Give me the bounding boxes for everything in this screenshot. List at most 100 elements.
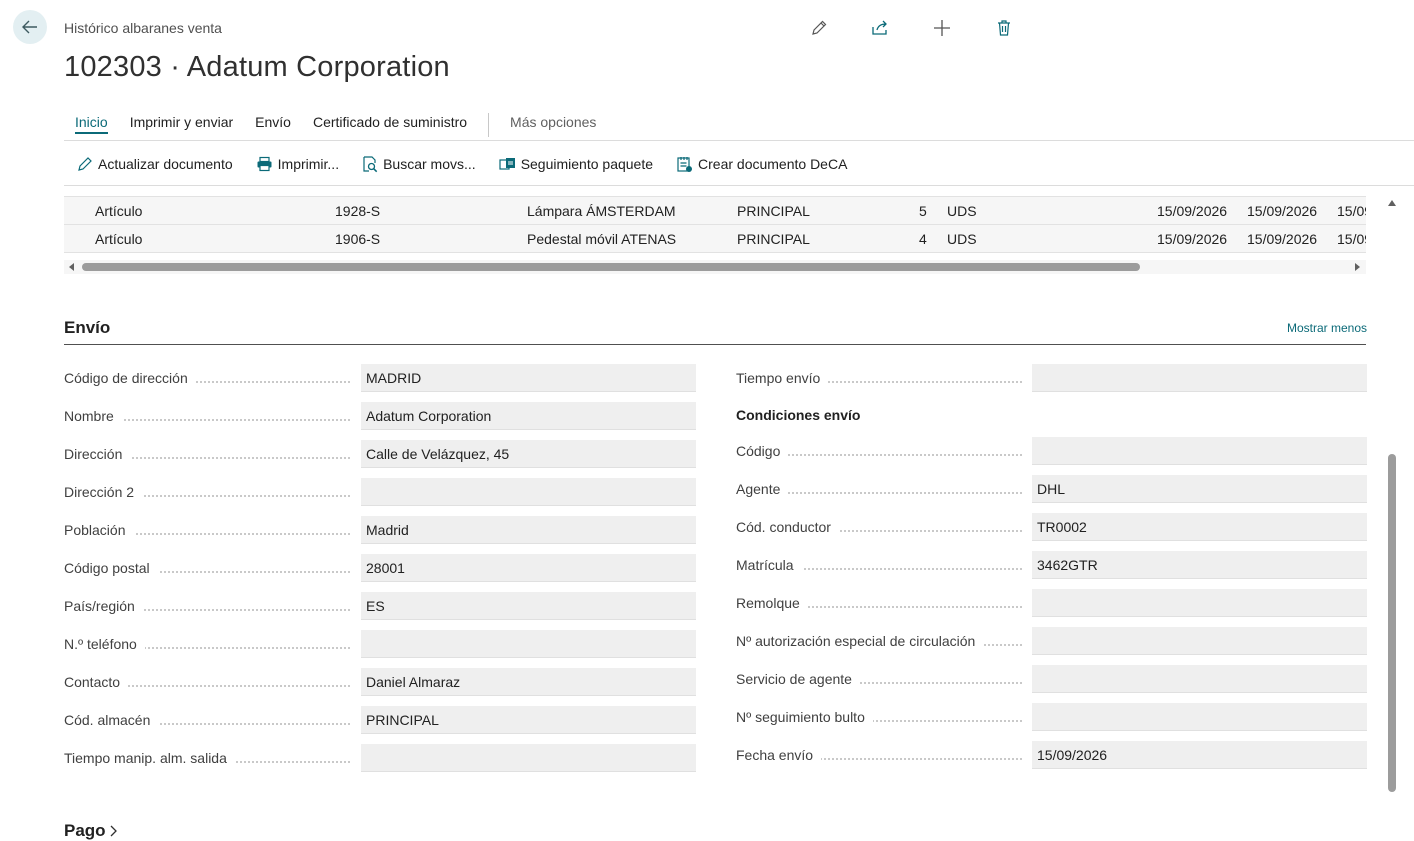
field-servicio-de-agente[interactable] (1032, 665, 1367, 693)
field-codigo[interactable] (1032, 437, 1367, 465)
field-tiempo-envio[interactable] (1032, 364, 1367, 392)
tab-envio[interactable]: Envío (244, 112, 302, 138)
field-label-codigo: Código (736, 441, 1028, 461)
scroll-up-icon[interactable] (1388, 200, 1396, 206)
edit-icon (812, 20, 827, 35)
line-date-3: 15/09/2026 (1337, 203, 1366, 219)
field-label-cod-conductor: Cód. conductor (736, 517, 1028, 537)
line-date-2: 15/09/2026 (1247, 231, 1318, 247)
buscar-movs-label: Buscar movs... (383, 156, 476, 172)
line-no[interactable]: 1928-S (335, 203, 380, 219)
field-label-cod-almacen: Cód. almacén (64, 710, 356, 730)
field-direccion[interactable]: Calle de Velázquez, 45 (361, 440, 696, 468)
line-description: Pedestal móvil ATENAS (527, 231, 677, 247)
field-label-text: N.º teléfono (64, 636, 145, 652)
field-label-text: Población (64, 522, 134, 538)
field-n-seguimiento-bulto[interactable] (1032, 703, 1367, 731)
line-location: PRINCIPAL (737, 203, 810, 219)
table-row[interactable]: Artículo 1928-S Lámpara ÁMSTERDAM PRINCI… (64, 197, 1366, 225)
line-uom: UDS (947, 231, 977, 247)
field-matricula[interactable]: 3462GTR (1032, 551, 1367, 579)
horizontal-scrollbar[interactable] (64, 260, 1366, 274)
edit-button[interactable] (807, 16, 831, 40)
vertical-scrollbar[interactable] (1382, 196, 1398, 840)
field-label-text: Código postal (64, 560, 158, 576)
field-label-text: Remolque (736, 595, 808, 611)
line-type: Artículo (95, 231, 143, 247)
field-label-text: Código de dirección (64, 370, 196, 386)
field-contacto[interactable]: Daniel Almaraz (361, 668, 696, 696)
field-label-servicio-de-agente: Servicio de agente (736, 669, 1028, 689)
scroll-right-icon[interactable] (1355, 263, 1360, 271)
field-label-remolque: Remolque (736, 593, 1028, 613)
add-button[interactable] (930, 16, 954, 40)
field-label-direccion: Dirección (64, 444, 356, 464)
action-bar: Actualizar documento Imprimir... Buscar … (64, 151, 857, 177)
field-label-codigo-de-direccion: Código de dirección (64, 368, 356, 388)
imprimir-label: Imprimir... (277, 156, 340, 172)
line-location: PRINCIPAL (737, 231, 810, 247)
line-type: Artículo (95, 203, 143, 219)
chevron-right-icon (110, 825, 117, 837)
page-title: 102303 · Adatum Corporation (64, 51, 450, 83)
pago-label: Pago (64, 821, 106, 840)
field-label-agente: Agente (736, 479, 1028, 499)
delete-button[interactable] (992, 16, 1016, 40)
crear-documento-deca-button[interactable]: Crear documento DeCA (663, 151, 857, 177)
field-fecha-envio[interactable]: 15/09/2026 (1032, 741, 1367, 769)
field-label-contacto: Contacto (64, 672, 356, 692)
field-cod-conductor[interactable]: TR0002 (1032, 513, 1367, 541)
field-label-tiempo-envio: Tiempo envío (736, 368, 1028, 388)
actualizar-documento-button[interactable]: Actualizar documento (64, 151, 243, 177)
field-cod-almacen[interactable]: PRINCIPAL (361, 706, 696, 734)
field-remolque[interactable] (1032, 589, 1367, 617)
field-label-poblacion: Población (64, 520, 356, 540)
lines-grid: Artículo 1928-S Lámpara ÁMSTERDAM PRINCI… (64, 196, 1366, 255)
field-tiempo-manip-alm-salida[interactable] (361, 744, 696, 772)
tab-certificado-de-suministro[interactable]: Certificado de suministro (302, 112, 478, 138)
line-quantity: 4 (919, 231, 927, 247)
share-icon (872, 20, 887, 35)
field-n-telefono[interactable] (361, 630, 696, 658)
field-label-text: Contacto (64, 674, 129, 690)
section-title-pago[interactable]: Pago (64, 821, 119, 841)
section-title-envio[interactable]: Envío (64, 318, 110, 338)
field-label-text: Tiempo envío (736, 370, 829, 386)
tab-inicio[interactable]: Inicio (64, 112, 119, 138)
field-label-fecha-envio: Fecha envío (736, 745, 1028, 765)
line-no[interactable]: 1906-S (335, 231, 380, 247)
field-label-text: Servicio de agente (736, 671, 860, 687)
horizontal-scroll-thumb[interactable] (82, 263, 1140, 271)
scroll-left-icon[interactable] (69, 263, 74, 271)
field-label-text: Nombre (64, 408, 122, 424)
buscar-movs-button[interactable]: Buscar movs... (349, 151, 486, 177)
tab-imprimir-y-enviar[interactable]: Imprimir y enviar (119, 112, 244, 138)
table-row[interactable]: Artículo 1906-S Pedestal móvil ATENAS PR… (64, 225, 1366, 253)
field-agente[interactable]: DHL (1032, 475, 1367, 503)
share-button[interactable] (868, 16, 892, 40)
field-codigo-postal[interactable]: 28001 (361, 554, 696, 582)
delete-icon (998, 20, 1010, 36)
field-label-text: Cód. almacén (64, 712, 159, 728)
package-tracking-icon (499, 158, 515, 170)
action-bar-divider (64, 185, 1414, 186)
field-direccion-2[interactable] (361, 478, 696, 506)
field-n-autorizacion-especial-de-circulacion[interactable] (1032, 627, 1367, 655)
line-uom: UDS (947, 203, 977, 219)
breadcrumb[interactable]: Histórico albaranes venta (64, 20, 222, 36)
field-nombre[interactable]: Adatum Corporation (361, 402, 696, 430)
imprimir-button[interactable]: Imprimir... (243, 151, 349, 177)
field-label-text: Agente (736, 481, 789, 497)
field-poblacion[interactable]: Madrid (361, 516, 696, 544)
field-pais-region[interactable]: ES (361, 592, 696, 620)
field-label-direccion-2: Dirección 2 (64, 482, 356, 502)
field-label-matricula: Matrícula (736, 555, 1028, 575)
seguimiento-paquete-button[interactable]: Seguimiento paquete (486, 151, 663, 177)
section-divider (64, 344, 1366, 345)
field-codigo-de-direccion[interactable]: MADRID (361, 364, 696, 392)
back-button[interactable] (13, 10, 47, 44)
tab-mas-opciones[interactable]: Más opciones (499, 112, 607, 138)
crear-documento-deca-label: Crear documento DeCA (698, 156, 848, 172)
vertical-scroll-thumb[interactable] (1388, 454, 1396, 792)
show-less-link[interactable]: Mostrar menos (1287, 321, 1367, 335)
